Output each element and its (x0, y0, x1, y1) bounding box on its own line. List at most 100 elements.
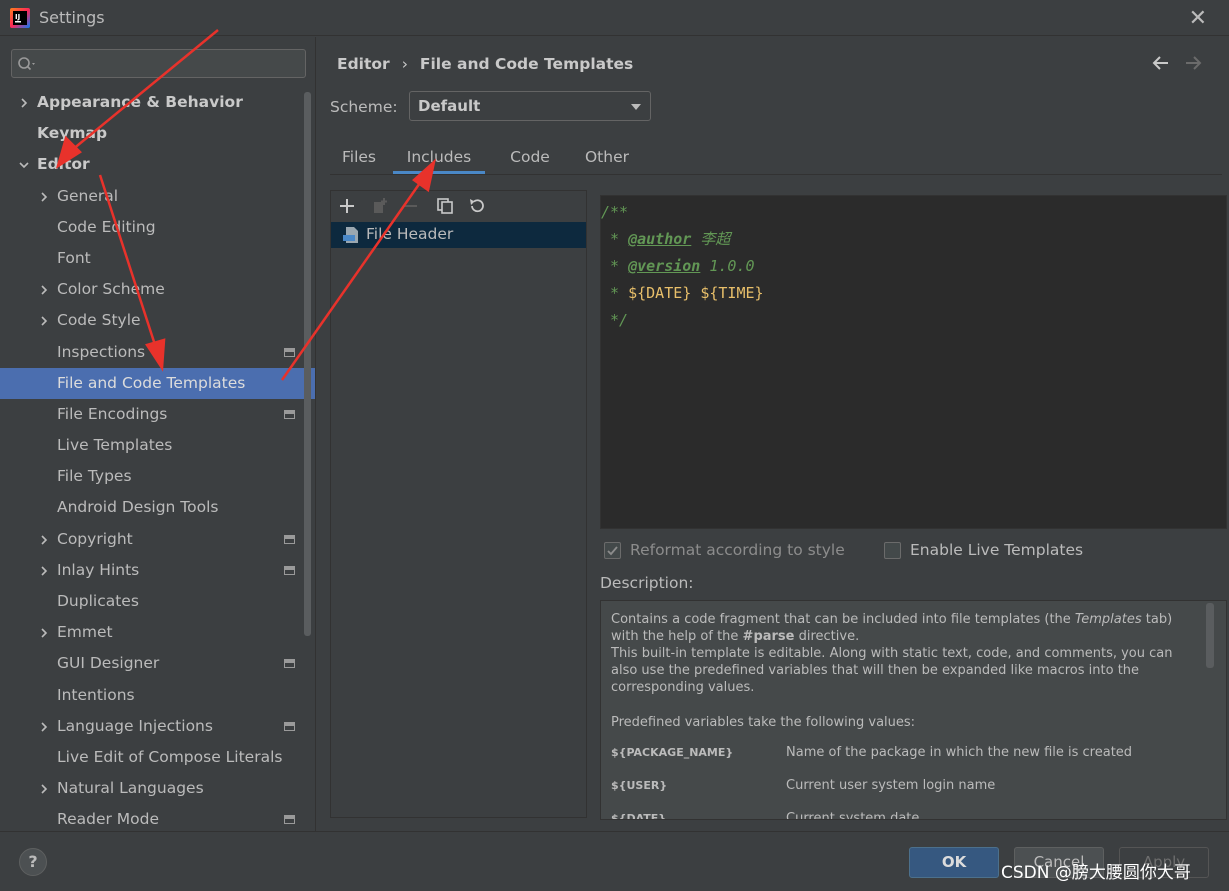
sidebar-item-label: File Encodings (57, 404, 168, 423)
sidebar-item-inspections[interactable]: Inspections (0, 337, 315, 368)
code-line: * @author 李超 (601, 230, 731, 248)
var-desc: Current user system login name (786, 778, 996, 793)
checkbox-unchecked-icon (884, 542, 901, 559)
template-list-toolbar (331, 191, 586, 221)
file-template-icon (343, 227, 358, 243)
project-level-icon (284, 409, 295, 419)
chevron-right-icon[interactable] (38, 627, 50, 639)
sidebar-item-label: Inlay Hints (57, 560, 140, 579)
chevron-right-icon[interactable] (38, 721, 50, 733)
description-para-3: Predefined variables take the following … (611, 715, 916, 730)
tab-other[interactable]: Other (572, 142, 642, 174)
forward-arrow-icon[interactable] (1183, 53, 1203, 73)
settings-sidebar: Appearance & Behavior Keymap Editor General… (0, 37, 316, 831)
window-title: Settings (39, 8, 105, 27)
sidebar-item-android-design-tools[interactable]: Android Design Tools (0, 492, 315, 523)
sidebar-item-live-edit-of-compose-literals[interactable]: Live Edit of Compose Literals (0, 742, 315, 773)
template-list-panel: File Header (330, 190, 587, 818)
sidebar-item-intentions[interactable]: Intentions (0, 680, 315, 711)
tab-code[interactable]: Code (500, 142, 560, 174)
sidebar-item-file-and-code-templates[interactable]: File and Code Templates (0, 367, 315, 399)
code-line: * @version 1.0.0 (601, 257, 755, 275)
sidebar-item-color-scheme[interactable]: Color Scheme (0, 274, 315, 305)
chevron-right-icon[interactable] (38, 783, 50, 795)
svg-text:IJ: IJ (15, 13, 20, 21)
sidebar-item-label: Language Injections (57, 716, 213, 735)
project-level-icon (284, 815, 295, 825)
reset-icon[interactable] (468, 197, 486, 215)
description-scrollbar[interactable] (1206, 603, 1214, 668)
ok-button[interactable]: OK (909, 847, 999, 878)
scheme-dropdown[interactable]: Default (409, 91, 651, 121)
intellij-app-icon: IJ (10, 8, 30, 28)
breadcrumb-current: File and Code Templates (419, 55, 634, 73)
code-line: * ${DATE} ${TIME} (601, 284, 764, 302)
sidebar-item-gui-designer[interactable]: GUI Designer (0, 648, 315, 679)
var-name: ${DATE} (611, 812, 667, 820)
sidebar-item-label: File and Code Templates (57, 373, 246, 392)
description-para-1: Contains a code fragment that can be inc… (611, 612, 1173, 644)
breadcrumb: Editor › File and Code Templates (337, 55, 633, 73)
sidebar-item-label: Appearance & Behavior (37, 93, 243, 111)
chevron-right-icon[interactable] (38, 315, 50, 327)
sidebar-item-label: Intentions (57, 685, 135, 704)
template-code-editor[interactable]: /** * @author 李超 * @version 1.0.0 * ${DA… (600, 195, 1227, 529)
project-level-icon (284, 721, 295, 731)
chevron-down-icon[interactable] (18, 159, 30, 171)
sidebar-item-language-injections[interactable]: Language Injections (0, 711, 315, 742)
sidebar-item-label: Live Templates (57, 436, 173, 455)
close-icon[interactable]: ✕ (1189, 6, 1207, 31)
chevron-right-icon[interactable] (38, 534, 50, 546)
chevron-right-icon[interactable] (38, 191, 50, 203)
sidebar-item-copyright[interactable]: Copyright (0, 524, 315, 555)
tabs-divider (330, 174, 1222, 175)
help-button[interactable]: ? (19, 848, 47, 876)
sidebar-item-natural-languages[interactable]: Natural Languages (0, 773, 315, 804)
remove-icon[interactable] (401, 197, 419, 215)
add-child-icon[interactable] (371, 197, 389, 215)
reformat-label: Reformat according to style (630, 541, 845, 559)
sidebar-item-general[interactable]: General (0, 181, 315, 212)
add-icon[interactable] (338, 197, 356, 215)
sidebar-item-file-types[interactable]: File Types (0, 461, 315, 492)
main-panel: Editor › File and Code Templates Scheme: D… (317, 37, 1229, 831)
var-name: ${PACKAGE_NAME} (611, 746, 734, 759)
sidebar-item-code-style[interactable]: Code Style (0, 305, 315, 336)
list-item-file-header[interactable]: File Header (331, 222, 586, 248)
project-level-icon (284, 565, 295, 575)
chevron-right-icon[interactable] (18, 97, 30, 109)
sidebar-item-label: Code Style (57, 311, 141, 330)
dialog-footer: ? OK Cancel Apply CSDN @膀大腰圆你大哥 (0, 831, 1229, 891)
sidebar-item-duplicates[interactable]: Duplicates (0, 586, 315, 617)
sidebar-item-label: Keymap (37, 124, 108, 143)
sidebar-item-inlay-hints[interactable]: Inlay Hints (0, 555, 315, 586)
sidebar-item-label: Font (57, 248, 91, 267)
breadcrumb-parent[interactable]: Editor (337, 55, 390, 73)
live-templates-label: Enable Live Templates (910, 541, 1084, 559)
settings-tree: Appearance & Behavior Keymap Editor General… (0, 87, 315, 831)
sidebar-item-code-editing[interactable]: Code Editing (0, 212, 315, 243)
back-arrow-icon[interactable] (1151, 53, 1171, 73)
sidebar-item-font[interactable]: Font (0, 243, 315, 274)
sidebar-item-editor[interactable]: Editor (0, 149, 315, 180)
copy-icon[interactable] (436, 197, 454, 215)
sidebar-item-file-encodings[interactable]: File Encodings (0, 399, 315, 430)
tab-files[interactable]: Files (330, 142, 388, 174)
sidebar-item-label: Editor (37, 155, 90, 174)
project-level-icon (284, 534, 295, 544)
description-label: Description: (600, 574, 694, 592)
tab-includes[interactable]: Includes (393, 142, 485, 174)
sidebar-item-emmet[interactable]: Emmet (0, 617, 315, 648)
sidebar-scrollbar[interactable] (304, 92, 311, 636)
chevron-right-icon[interactable] (38, 565, 50, 577)
sidebar-item-reader-mode[interactable]: Reader Mode (0, 804, 315, 831)
sidebar-item-appearance-behavior[interactable]: Appearance & Behavior (0, 87, 315, 118)
chevron-right-icon[interactable] (38, 284, 50, 296)
list-item-label: File Header (366, 225, 454, 243)
var-desc: Name of the package in which the new fil… (786, 745, 1133, 760)
sidebar-item-live-templates[interactable]: Live Templates (0, 430, 315, 461)
sidebar-item-label: General (57, 186, 119, 205)
search-input[interactable] (11, 49, 306, 78)
sidebar-item-keymap[interactable]: Keymap (0, 118, 315, 149)
code-line: /** (601, 203, 629, 221)
